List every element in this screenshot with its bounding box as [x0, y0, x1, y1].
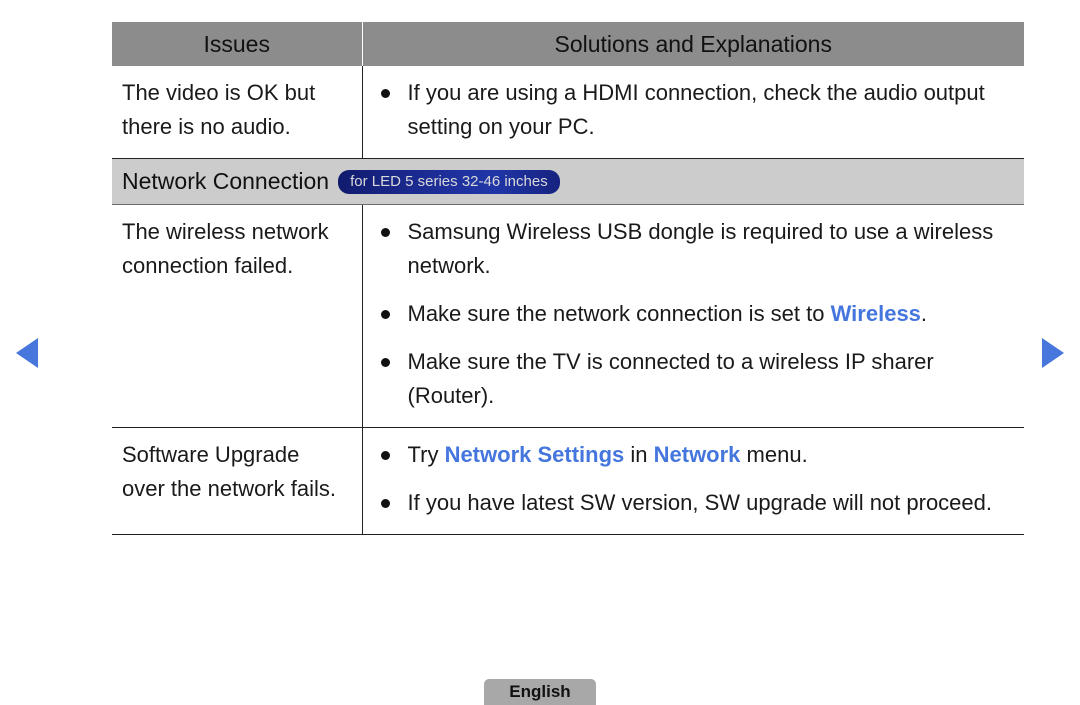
table-row: The video is OK but there is no audio. If… — [112, 66, 1024, 159]
section-cell: Network Connection for LED 5 series 32-46… — [112, 158, 1024, 205]
column-header-issues: Issues — [112, 22, 363, 66]
troubleshooting-table: Issues Solutions and Explanations The vi… — [112, 22, 1024, 535]
prev-page-arrow-icon[interactable] — [16, 338, 38, 368]
bullet-text: If you are using a HDMI connection, chec… — [407, 80, 985, 139]
bullet-text: . — [920, 301, 928, 326]
bullet-text: Make sure the TV is connected to a wirel… — [407, 349, 934, 408]
solution-bullet-list: If you are using a HDMI connection, chec… — [363, 76, 1019, 144]
menu-term-highlight: Wireless — [830, 301, 921, 326]
menu-term-highlight: Network Settings — [444, 442, 625, 467]
solution-cell: Try Network Settings in Network menu. If … — [362, 427, 1024, 535]
section-title: Network Connection — [122, 168, 330, 194]
table-body: The video is OK but there is no audio. If… — [112, 66, 1024, 535]
solution-cell: If you are using a HDMI connection, chec… — [362, 66, 1024, 159]
issue-cell: Software Upgrade over the network fails. — [112, 427, 363, 535]
language-button-label: English — [509, 682, 571, 701]
next-page-arrow-icon[interactable] — [1042, 338, 1064, 368]
language-button[interactable]: English — [484, 679, 596, 705]
solution-bullet-item: If you have latest SW version, SW upgrad… — [363, 486, 1019, 520]
bullet-text: menu. — [740, 442, 808, 467]
solution-bullet-list: Try Network Settings in Network menu. If … — [363, 438, 1019, 520]
table-row: Software Upgrade over the network fails.… — [112, 427, 1024, 535]
bullet-text: Samsung Wireless USB dongle is required … — [407, 219, 994, 278]
issue-cell: The video is OK but there is no audio. — [112, 66, 363, 159]
solution-bullet-item: Make sure the network connection is set … — [363, 297, 1019, 331]
section-inner: Network Connection for LED 5 series 32-46… — [122, 168, 1024, 194]
menu-term-highlight: Network — [653, 442, 741, 467]
bullet-text: Make sure the network connection is set … — [407, 301, 831, 326]
solution-bullet-item: Samsung Wireless USB dongle is required … — [363, 215, 1019, 283]
table-section-row: Network Connection for LED 5 series 32-46… — [112, 158, 1024, 205]
bullet-text: If you have latest SW version, SW upgrad… — [407, 490, 993, 515]
solution-bullet-list: Samsung Wireless USB dongle is required … — [363, 215, 1019, 413]
model-compatibility-badge: for LED 5 series 32-46 inches — [338, 169, 560, 194]
bullet-text: in — [624, 442, 654, 467]
issue-cell: The wireless network connection failed. — [112, 204, 363, 428]
solution-bullet-item: If you are using a HDMI connection, chec… — [363, 76, 1019, 144]
table-header: Issues Solutions and Explanations — [112, 22, 1024, 66]
table-row: The wireless network connection failed. S… — [112, 204, 1024, 428]
bullet-text: Try — [407, 442, 445, 467]
column-header-solutions: Solutions and Explanations — [362, 22, 1024, 66]
solution-cell: Samsung Wireless USB dongle is required … — [362, 204, 1024, 428]
table-header-row: Issues Solutions and Explanations — [112, 22, 1024, 66]
solution-bullet-item: Try Network Settings in Network menu. — [363, 438, 1019, 472]
solution-bullet-item: Make sure the TV is connected to a wirel… — [363, 345, 1019, 413]
troubleshooting-table-wrapper: Issues Solutions and Explanations The vi… — [112, 22, 1024, 535]
